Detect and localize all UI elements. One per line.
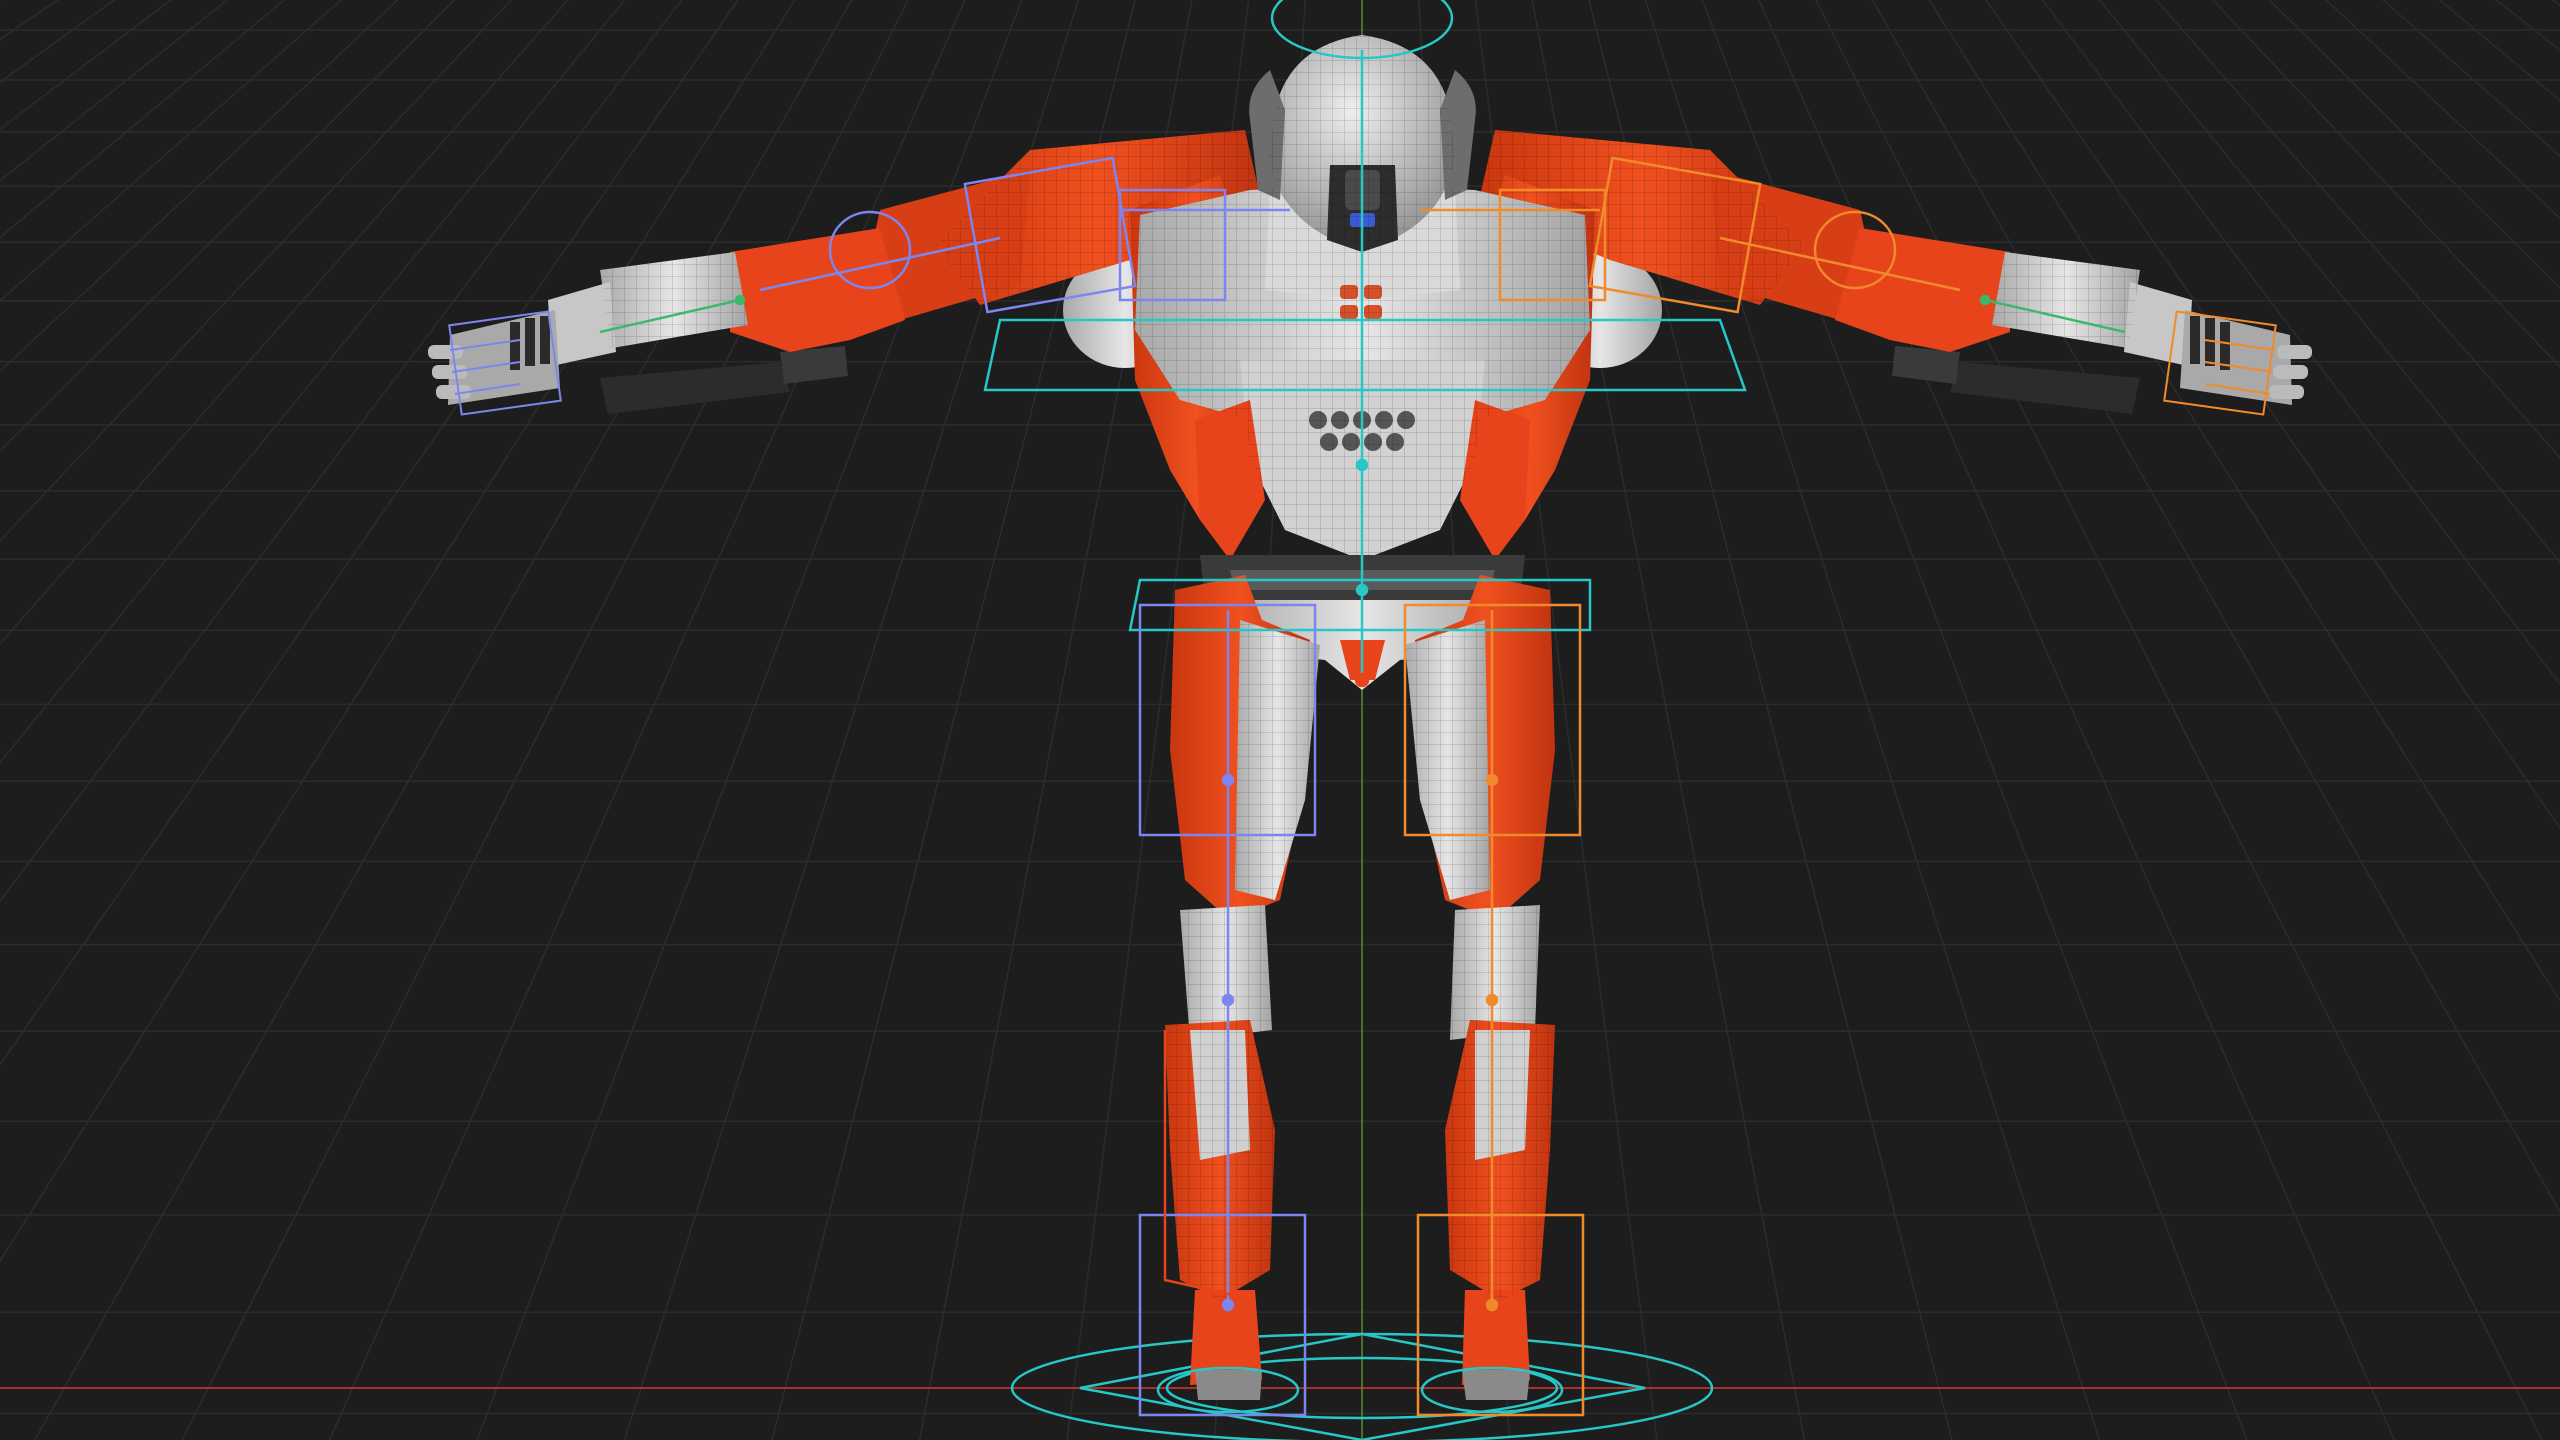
3d-viewport[interactable] bbox=[0, 0, 2560, 1440]
viewport-canvas[interactable] bbox=[0, 0, 2560, 1440]
